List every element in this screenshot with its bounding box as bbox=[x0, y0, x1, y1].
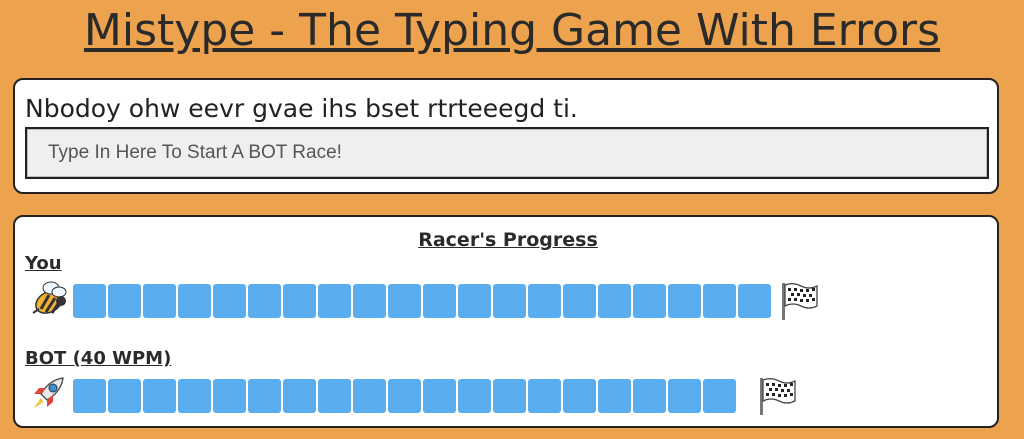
progress-segment bbox=[528, 284, 561, 318]
progress-segment bbox=[563, 379, 596, 413]
target-sentence: Nbodoy ohw eevr gvae ihs bset rtrteeegd … bbox=[25, 94, 578, 123]
progress-segment bbox=[248, 379, 281, 413]
progress-segment bbox=[633, 284, 666, 318]
progress-segment bbox=[108, 284, 141, 318]
progress-segment bbox=[213, 379, 246, 413]
progress-bar-you bbox=[73, 284, 771, 318]
progress-segment bbox=[598, 284, 631, 318]
progress-segment bbox=[353, 379, 386, 413]
progress-segment bbox=[633, 379, 666, 413]
progress-segment bbox=[108, 379, 141, 413]
progress-segment bbox=[178, 284, 211, 318]
progress-segment bbox=[458, 284, 491, 318]
progress-segment bbox=[738, 284, 771, 318]
progress-segment bbox=[563, 284, 596, 318]
progress-segment bbox=[143, 284, 176, 318]
typing-panel: Nbodoy ohw eevr gvae ihs bset rtrteeegd … bbox=[13, 78, 999, 194]
progress-segment bbox=[528, 379, 561, 413]
progress-segment bbox=[73, 379, 106, 413]
race-progress-panel: Racer's Progress You BOT (40 WPM) bbox=[13, 215, 999, 428]
progress-segment bbox=[283, 284, 316, 318]
rocket-icon bbox=[34, 377, 64, 408]
page-title: Mistype - The Typing Game With Errors bbox=[83, 5, 941, 56]
progress-segment bbox=[598, 379, 631, 413]
typing-input[interactable] bbox=[27, 129, 987, 177]
progress-segment bbox=[423, 284, 456, 318]
progress-segment bbox=[703, 379, 736, 413]
racer-name-you: You bbox=[25, 253, 62, 274]
progress-segment bbox=[668, 379, 701, 413]
progress-segment bbox=[143, 379, 176, 413]
progress-segment bbox=[493, 379, 526, 413]
progress-segment bbox=[248, 284, 281, 318]
progress-segment bbox=[178, 379, 211, 413]
progress-segment bbox=[423, 379, 456, 413]
progress-bar-bot bbox=[73, 379, 736, 413]
progress-segment bbox=[318, 284, 351, 318]
bee-icon bbox=[32, 281, 67, 314]
progress-segment bbox=[703, 284, 736, 318]
progress-segment bbox=[283, 379, 316, 413]
typing-input-wrapper bbox=[25, 127, 989, 179]
progress-segment bbox=[388, 379, 421, 413]
progress-segment bbox=[493, 284, 526, 318]
finish-flag-icon bbox=[760, 378, 796, 415]
progress-segment bbox=[388, 284, 421, 318]
race-progress-title: Racer's Progress bbox=[418, 229, 598, 251]
progress-segment bbox=[353, 284, 386, 318]
progress-segment bbox=[458, 379, 491, 413]
racer-name-bot: BOT (40 WPM) bbox=[25, 348, 172, 369]
finish-flag-icon bbox=[782, 283, 818, 320]
progress-segment bbox=[73, 284, 106, 318]
progress-segment bbox=[318, 379, 351, 413]
progress-segment bbox=[668, 284, 701, 318]
progress-segment bbox=[213, 284, 246, 318]
